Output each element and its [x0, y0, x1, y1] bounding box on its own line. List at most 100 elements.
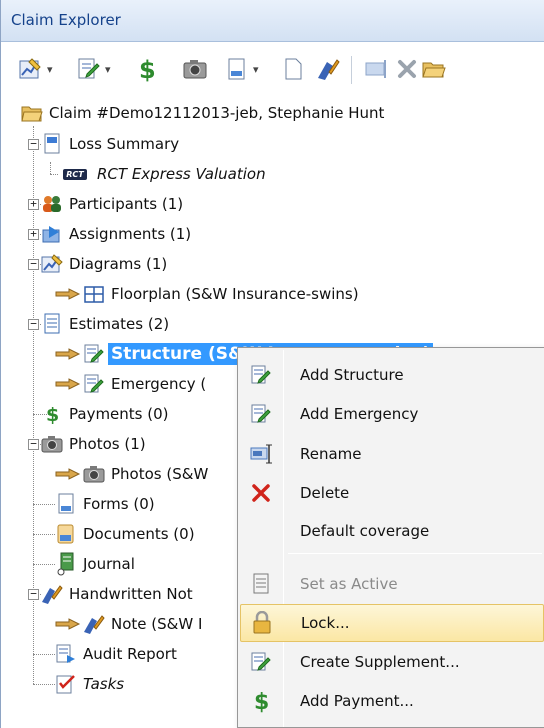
- tree-node-claim[interactable]: Claim #Demo12112013-jeb, Stephanie Hunt: [21, 98, 387, 128]
- add-photo-button[interactable]: [181, 54, 209, 84]
- document-blue-icon: [41, 133, 63, 155]
- tree-node-emergency[interactable]: Emergency (: [55, 369, 209, 399]
- tree-node-label: Claim #Demo12112013-jeb, Stephanie Hunt: [49, 104, 385, 122]
- svg-text:$: $: [139, 56, 156, 82]
- camera-icon: [41, 433, 63, 455]
- delete-button[interactable]: [395, 54, 419, 84]
- tree-node-label: Assignments (1): [69, 225, 192, 243]
- tree-node-tasks[interactable]: Tasks: [55, 669, 127, 699]
- delete-x-icon: [398, 60, 416, 78]
- rename-button[interactable]: [363, 54, 389, 84]
- tree-node-audit-report[interactable]: Audit Report: [55, 639, 180, 669]
- menu-item-label: Add Payment...: [300, 692, 414, 710]
- menu-item-label: Lock...: [301, 614, 350, 632]
- dollar-icon: $: [41, 403, 63, 425]
- tree-node-label: Note (S&W I: [111, 615, 203, 633]
- handwritten-note-icon: [41, 583, 63, 605]
- tree-node-label: Estimates (2): [69, 315, 170, 333]
- collapse-toggle[interactable]: −: [28, 588, 39, 600]
- tree-node-payments[interactable]: $ Payments (0): [41, 399, 172, 429]
- handwritten-note-icon: [318, 59, 340, 80]
- tree-node-label: Audit Report: [83, 645, 177, 663]
- expand-toggle[interactable]: +: [28, 198, 39, 210]
- tree-node-loss-summary[interactable]: Loss Summary: [41, 129, 182, 159]
- payment-dollar-icon: $: [139, 56, 156, 82]
- pointing-hand-icon: [55, 463, 81, 485]
- tree-node-label: Photos (S&W: [111, 465, 209, 483]
- chevron-down-icon[interactable]: ▾: [47, 63, 53, 76]
- form-icon: [55, 493, 77, 515]
- estimates-document-icon: [41, 313, 63, 335]
- tree-node-documents[interactable]: Documents (0): [55, 519, 198, 549]
- menu-item-default-coverage[interactable]: Default coverage: [240, 512, 544, 550]
- tree-node-assignments[interactable]: Assignments (1): [41, 219, 194, 249]
- add-payment-button[interactable]: $: [135, 54, 159, 84]
- menu-item-label: Set as Active: [300, 575, 398, 593]
- tree-node-estimates[interactable]: Estimates (2): [41, 309, 172, 339]
- tree-node-forms[interactable]: Forms (0): [55, 489, 158, 519]
- menu-item-label: Default coverage: [300, 522, 430, 540]
- tree-node-floorplan[interactable]: Floorplan (S&W Insurance-swins): [55, 279, 362, 309]
- menu-item-create-supplement[interactable]: Create Supplement...: [240, 643, 544, 681]
- add-estimate-button[interactable]: ▾: [75, 54, 111, 84]
- tree-connector: [33, 504, 55, 505]
- tree-node-photos-item[interactable]: Photos (S&W: [55, 459, 211, 489]
- estimate-icon: [83, 373, 105, 395]
- claim-folder-icon: [21, 102, 43, 124]
- tree-connector: [33, 684, 55, 685]
- tree-node-label: Forms (0): [83, 495, 155, 513]
- tree-node-label: Diagrams (1): [69, 255, 168, 273]
- chevron-down-icon[interactable]: ▾: [253, 63, 259, 76]
- floorplan-icon: [83, 283, 105, 305]
- rename-icon: [240, 435, 282, 473]
- collapse-toggle[interactable]: −: [28, 318, 39, 330]
- add-handwritten-note-button[interactable]: [315, 54, 341, 84]
- collapse-toggle[interactable]: −: [28, 138, 39, 150]
- menu-item-rename[interactable]: Rename: [240, 435, 544, 473]
- chevron-down-icon[interactable]: ▾: [105, 63, 111, 76]
- menu-separator: [288, 553, 542, 554]
- tree-node-note[interactable]: Note (S&W I: [55, 609, 205, 639]
- assignment-arrow-icon: [41, 223, 63, 245]
- menu-item-add-emergency[interactable]: Add Emergency: [240, 395, 544, 433]
- tree-node-label: Participants (1): [69, 195, 184, 213]
- menu-item-delete[interactable]: Delete: [240, 474, 544, 512]
- menu-item-add-structure[interactable]: Add Structure: [240, 356, 544, 394]
- camera-icon: [83, 463, 105, 485]
- menu-item-label: Delete: [300, 484, 350, 502]
- add-estimate-icon: [240, 395, 282, 433]
- tree-connector: [50, 174, 58, 175]
- menu-item-set-as-active[interactable]: Set as Active: [240, 565, 544, 603]
- pointing-hand-icon: [55, 373, 81, 395]
- rct-logo-icon: RCT: [59, 163, 91, 185]
- tree-node-journal[interactable]: Journal: [55, 549, 138, 579]
- tree-node-photos[interactable]: Photos (1): [41, 429, 149, 459]
- expand-toggle[interactable]: +: [28, 228, 39, 240]
- estimate-icon: [78, 58, 100, 79]
- pointing-hand-icon: [55, 613, 81, 635]
- toolbar: ▾ ▾ $ ▾: [1, 42, 544, 98]
- tree-node-label: RCT Express Valuation: [97, 165, 266, 183]
- tree-node-rct-valuation[interactable]: RCT RCT Express Valuation: [59, 159, 269, 189]
- dollar-icon: $: [240, 682, 282, 720]
- menu-item-label: Add Structure: [300, 366, 404, 384]
- pointing-hand-icon: [55, 343, 81, 365]
- tree-node-participants[interactable]: Participants (1): [41, 189, 186, 219]
- menu-item-lock[interactable]: Lock...: [240, 604, 544, 642]
- add-document-button[interactable]: [281, 54, 305, 84]
- tree-connector: [33, 534, 55, 535]
- lock-icon: [241, 604, 283, 642]
- context-menu: Add Structure Add Emergency Rename Delet…: [237, 347, 544, 728]
- tree-node-label: Journal: [83, 555, 135, 573]
- tree-node-handwritten-notes[interactable]: Handwritten Not: [41, 579, 196, 609]
- menu-item-label: Add Emergency: [300, 405, 419, 423]
- claim-folder-button[interactable]: [421, 54, 447, 84]
- collapse-toggle[interactable]: −: [28, 438, 39, 450]
- tasks-checklist-icon: [55, 673, 77, 695]
- tree-node-diagrams[interactable]: Diagrams (1): [41, 249, 170, 279]
- add-form-button[interactable]: ▾: [225, 54, 259, 84]
- tree-connector: [33, 564, 55, 565]
- menu-item-add-payment[interactable]: $ Add Payment...: [240, 682, 544, 720]
- collapse-toggle[interactable]: −: [28, 258, 39, 270]
- add-diagram-button[interactable]: ▾: [17, 54, 53, 84]
